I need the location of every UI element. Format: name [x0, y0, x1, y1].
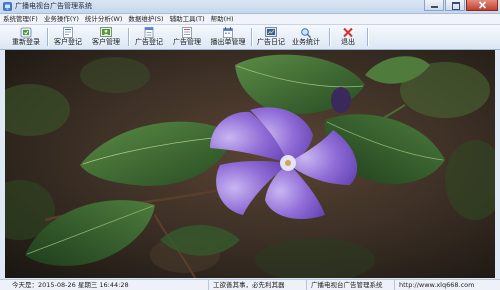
window-title: 广播电视台广告管理系统: [15, 2, 92, 10]
business-stats-label: 业务统计: [292, 38, 320, 46]
toolbar-separator: [367, 28, 368, 46]
close-button[interactable]: [466, 0, 498, 11]
toolbar-separator: [128, 28, 129, 46]
toolbar-separator: [329, 28, 330, 46]
customer-manage-icon: [100, 27, 112, 37]
ad-log-label: 广告日记: [257, 38, 285, 46]
ad-log-button[interactable]: 广告日记: [254, 26, 288, 48]
title-bar: 广播电视台广告管理系统: [0, 0, 500, 14]
toolbar-separator: [47, 28, 48, 46]
schedule-manage-label: 播出单管理: [210, 38, 246, 46]
exit-icon: [343, 27, 353, 38]
relogin-button[interactable]: 重新登录: [9, 26, 43, 48]
menu-statistics[interactable]: 统计分析(W): [82, 14, 126, 24]
customer-register-button[interactable]: 客户登记: [51, 26, 85, 48]
ad-manage-button[interactable]: 广告管理: [170, 26, 204, 48]
schedule-manage-button[interactable]: 播出单管理: [207, 26, 249, 48]
toolbar: 重新登录 客户登记 客户管理 广告登记 广告管理 播出单管理 广告日记 业务统计…: [0, 25, 500, 50]
menu-data[interactable]: 数据维护(S): [125, 14, 166, 24]
close-icon: [478, 1, 487, 9]
menu-bar: 系统管理(F) 业务操作(Y) 统计分析(W) 数据维护(S) 辅助工具(T) …: [0, 14, 500, 25]
ad-register-icon: [144, 27, 154, 38]
customer-register-label: 客户登记: [54, 38, 82, 46]
app-icon: [3, 2, 12, 11]
app-window: 广播电视台广告管理系统 系统管理(F) 业务操作(Y) 统计分析(W) 数据维护…: [0, 0, 500, 290]
customer-manage-button[interactable]: 客户管理: [89, 26, 123, 48]
menu-business[interactable]: 业务操作(Y): [41, 14, 82, 24]
toolbar-separator: [251, 28, 252, 46]
ad-manage-icon: [182, 27, 192, 38]
ad-register-button[interactable]: 广告登记: [132, 26, 166, 48]
ad-register-label: 广告登记: [135, 38, 163, 46]
main-background-image: [5, 50, 495, 278]
flower-bud: [331, 87, 351, 113]
minimize-button[interactable]: [424, 0, 444, 11]
customer-register-icon: [63, 27, 73, 38]
menu-help[interactable]: 帮助(H): [208, 14, 237, 24]
status-bar: 今天是：2015-08-26 星期三 16:44:28 工欲善其事，必先利其器 …: [0, 279, 500, 290]
business-stats-button[interactable]: 业务统计: [289, 26, 323, 48]
customer-manage-label: 客户管理: [92, 38, 120, 46]
schedule-manage-icon: [223, 27, 233, 38]
ad-log-icon: [265, 27, 277, 37]
maximize-button[interactable]: [445, 0, 465, 11]
relogin-icon: [20, 27, 32, 38]
exit-label: 退出: [341, 38, 355, 46]
menu-tools[interactable]: 辅助工具(T): [167, 14, 208, 24]
menu-system[interactable]: 系统管理(F): [0, 14, 41, 24]
exit-button[interactable]: 退出: [333, 26, 363, 48]
relogin-label: 重新登录: [12, 38, 40, 46]
ad-manage-label: 广告管理: [173, 38, 201, 46]
window-controls: [424, 0, 498, 13]
flower-photo: [5, 50, 495, 278]
business-stats-icon: [301, 28, 311, 38]
